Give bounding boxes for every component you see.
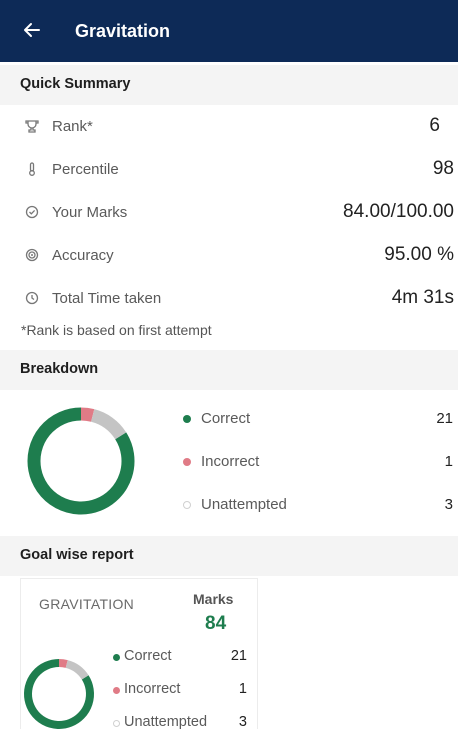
unattempted-label: Unattempted (201, 496, 287, 513)
unattempted-count: 3 (444, 496, 453, 513)
goal-legend-unattempted: Unattempted 3 (111, 713, 251, 729)
goal-name: GRAVITATION (39, 596, 135, 612)
accuracy-label: Accuracy (52, 247, 114, 264)
rank-footnote: *Rank is based on first attempt (21, 322, 212, 338)
summary-row-marks: Your Marks 84.00/100.00 (0, 193, 458, 235)
donut-segment-incorrect (58, 659, 68, 668)
unattempted-dot (183, 501, 191, 509)
breakdown-legend-incorrect: Incorrect 1 (0, 450, 458, 476)
correct-dot (183, 415, 191, 423)
rank-value: 6 (429, 115, 440, 136)
arrow-left-icon[interactable] (22, 18, 46, 42)
donut-segment-unattempted (65, 660, 89, 680)
breakdown-legend-unattempted: Unattempted 3 (0, 493, 458, 519)
goal-unattempted-label: Unattempted (124, 714, 208, 729)
goal-correct-label: Correct (124, 648, 172, 664)
page-title: Gravitation (75, 21, 171, 41)
percentile-label: Percentile (52, 161, 119, 178)
summary-row-percentile: Percentile 98 (0, 150, 458, 192)
accuracy-value: 95.00 % (384, 244, 454, 265)
goal-marks-label: Marks (193, 591, 234, 607)
clock-icon (24, 291, 40, 307)
time-value: 4m 31s (391, 287, 454, 308)
incorrect-label: Incorrect (201, 453, 260, 470)
goal-correct-dot (113, 654, 120, 661)
trophy-icon (24, 119, 40, 135)
app-bar: Gravitation (0, 0, 458, 62)
percentile-value: 98 (432, 158, 454, 179)
incorrect-count: 1 (444, 453, 453, 470)
goal-report-header: Goal wise report (0, 536, 458, 576)
goal-marks-value: 84 (205, 613, 227, 634)
marks-value: 84.00/100.00 (343, 201, 454, 222)
goal-incorrect-count: 1 (238, 681, 247, 697)
goal-report-title: Goal wise report (20, 547, 134, 563)
summary-row-rank: Rank* 6 (0, 107, 458, 149)
breakdown-legend-correct: Correct 21 (0, 407, 458, 433)
goal-legend-incorrect: Incorrect 1 (111, 680, 251, 702)
goal-card[interactable]: GRAVITATION Marks 84 Correct 21 Incorrec… (20, 578, 258, 729)
goal-correct-count: 21 (230, 648, 247, 664)
summary-row-time: Total Time taken 4m 31s (0, 279, 458, 321)
summary-row-accuracy: Accuracy 95.00 % (0, 236, 458, 278)
correct-count: 21 (436, 410, 453, 427)
goal-unattempted-count: 3 (238, 714, 247, 729)
goal-incorrect-dot (113, 687, 120, 694)
goal-legend-correct: Correct 21 (111, 647, 251, 669)
quick-summary-title: Quick Summary (20, 76, 131, 92)
breakdown-title: Breakdown (20, 361, 99, 377)
goal-donut-chart (24, 659, 94, 729)
quick-summary-header: Quick Summary (0, 65, 458, 105)
incorrect-dot (183, 458, 191, 466)
target-icon (24, 248, 40, 264)
rank-label: Rank* (52, 118, 93, 135)
goal-unattempted-dot (113, 720, 120, 727)
correct-label: Correct (201, 410, 251, 427)
check-circle-icon (24, 205, 40, 221)
thermometer-icon (24, 162, 40, 178)
goal-incorrect-label: Incorrect (124, 681, 181, 697)
marks-label: Your Marks (52, 204, 128, 221)
time-label: Total Time taken (52, 290, 162, 307)
breakdown-header: Breakdown (0, 350, 458, 390)
